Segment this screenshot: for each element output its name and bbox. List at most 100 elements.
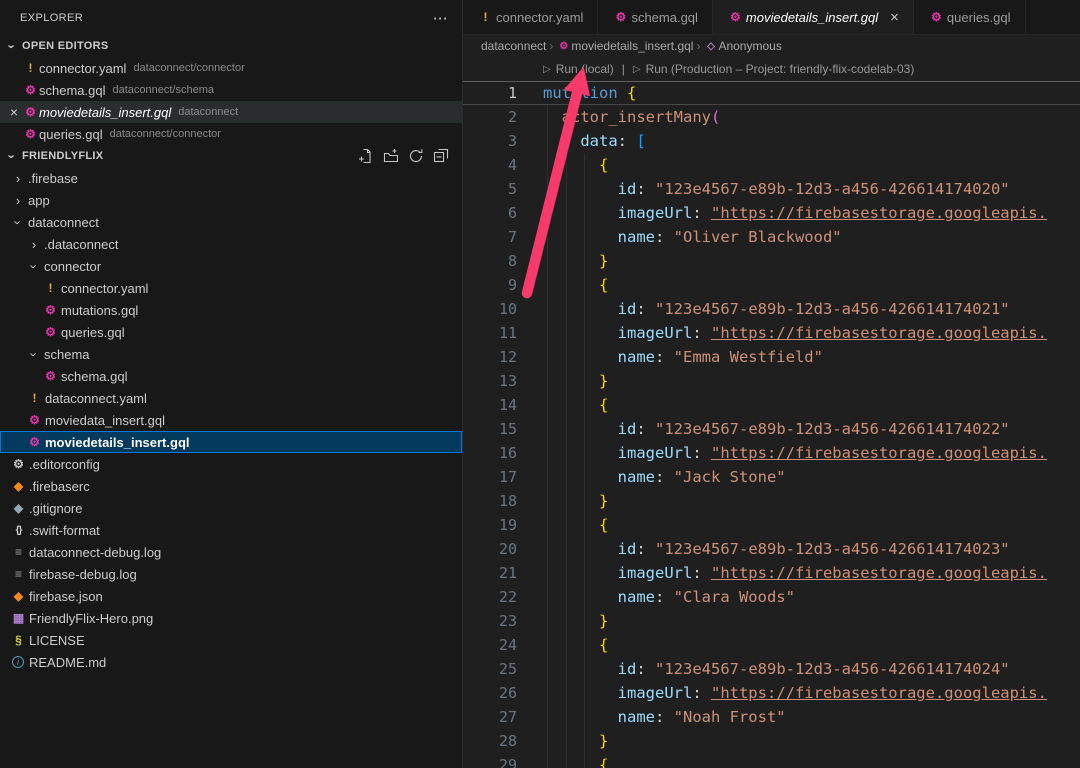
code-line[interactable]: 5 id: "123e4567-e89b-12d3-a456-426614174…: [463, 177, 1080, 201]
open-editor-item[interactable]: !connector.yamldataconnect/connector: [0, 57, 462, 79]
breadcrumb-label: Anonymous: [718, 39, 781, 53]
code-line[interactable]: 2 actor_insertMany(: [463, 105, 1080, 129]
code-line[interactable]: 17 name: "Jack Stone": [463, 465, 1080, 489]
tree-item[interactable]: ⚙queries.gql: [0, 321, 462, 343]
code-line[interactable]: 19 {: [463, 513, 1080, 537]
tree-item[interactable]: ⚙.editorconfig: [0, 453, 462, 475]
tree-item[interactable]: ›connector: [0, 255, 462, 277]
refresh-button[interactable]: [408, 148, 424, 164]
folder-name: app: [28, 193, 50, 208]
code-line[interactable]: 21 imageUrl: "https://firebasestorage.go…: [463, 561, 1080, 585]
editor-tab[interactable]: ⚙queries.gql: [914, 0, 1026, 34]
code-line[interactable]: 1mutation {: [463, 81, 1080, 105]
line-content: name: "Clara Woods": [543, 585, 795, 609]
open-editor-item[interactable]: ⚙schema.gqldataconnect/schema: [0, 79, 462, 101]
breadcrumb-item[interactable]: ◇Anonymous: [703, 39, 781, 53]
tree-item[interactable]: ⚙schema.gql: [0, 365, 462, 387]
code-line[interactable]: 26 imageUrl: "https://firebasestorage.go…: [463, 681, 1080, 705]
tree-item[interactable]: ›app: [0, 189, 462, 211]
line-number: 13: [463, 369, 517, 393]
code-line[interactable]: 25 id: "123e4567-e89b-12d3-a456-42661417…: [463, 657, 1080, 681]
line-number: 23: [463, 609, 517, 633]
code-line[interactable]: 20 id: "123e4567-e89b-12d3-a456-42661417…: [463, 537, 1080, 561]
code-line[interactable]: 29 {: [463, 753, 1080, 768]
anonymous-icon: ◇: [703, 41, 718, 52]
workspace-actions: [358, 148, 462, 164]
editor-tab[interactable]: !connector.yaml: [463, 0, 598, 34]
code-line[interactable]: 18 }: [463, 489, 1080, 513]
editor-tab[interactable]: ⚙schema.gql: [598, 0, 712, 34]
line-number: 10: [463, 297, 517, 321]
gql-icon: ⚙: [727, 10, 744, 24]
new-folder-button[interactable]: [383, 148, 399, 164]
gql-icon: ⚙: [612, 10, 629, 24]
code-line[interactable]: 3 data: [: [463, 129, 1080, 153]
tree-item[interactable]: ⚙moviedetails_insert.gql: [0, 431, 462, 453]
code-line[interactable]: 22 name: "Clara Woods": [463, 585, 1080, 609]
line-number: 3: [463, 129, 517, 153]
tree-item[interactable]: ›dataconnect: [0, 211, 462, 233]
line-content: name: "Jack Stone": [543, 465, 786, 489]
code-line[interactable]: 6 imageUrl: "https://firebasestorage.goo…: [463, 201, 1080, 225]
line-content: {: [543, 393, 608, 417]
code-line[interactable]: 13 }: [463, 369, 1080, 393]
code-line[interactable]: 9 {: [463, 273, 1080, 297]
folder-name: schema: [44, 347, 90, 362]
tree-item[interactable]: iREADME.md: [0, 651, 462, 673]
tree-item[interactable]: §LICENSE: [0, 629, 462, 651]
code-line[interactable]: 8 }: [463, 249, 1080, 273]
line-number: 4: [463, 153, 517, 177]
open-editors-header[interactable]: › OPEN EDITORS: [0, 35, 462, 57]
code-line[interactable]: 23 }: [463, 609, 1080, 633]
collapse-folders-button[interactable]: [433, 148, 449, 164]
new-folder-icon: [383, 148, 399, 164]
code-line[interactable]: 12 name: "Emma Westfield": [463, 345, 1080, 369]
line-number: 7: [463, 225, 517, 249]
new-file-button[interactable]: [358, 148, 374, 164]
code-line[interactable]: 11 imageUrl: "https://firebasestorage.go…: [463, 321, 1080, 345]
tree-item[interactable]: ›schema: [0, 343, 462, 365]
code-line[interactable]: 16 imageUrl: "https://firebasestorage.go…: [463, 441, 1080, 465]
open-editor-item[interactable]: ⚙queries.gqldataconnect/connector: [0, 123, 462, 145]
code-line[interactable]: 4 {: [463, 153, 1080, 177]
tree-item[interactable]: ›.dataconnect: [0, 233, 462, 255]
code-line[interactable]: 15 id: "123e4567-e89b-12d3-a456-42661417…: [463, 417, 1080, 441]
tree-item[interactable]: !dataconnect.yaml: [0, 387, 462, 409]
tree-item[interactable]: {}.swift-format: [0, 519, 462, 541]
file-name: moviedetails_insert.gql: [39, 105, 171, 120]
line-content: name: "Oliver Blackwood": [543, 225, 842, 249]
tree-item[interactable]: ◆.gitignore: [0, 497, 462, 519]
code-line[interactable]: 10 id: "123e4567-e89b-12d3-a456-42661417…: [463, 297, 1080, 321]
tree-item[interactable]: ≡dataconnect-debug.log: [0, 541, 462, 563]
breadcrumb-item[interactable]: ⚙moviedetails_insert.gql: [556, 39, 693, 53]
workspace-header[interactable]: › FRIENDLYFLIX: [0, 145, 462, 167]
code-line[interactable]: 27 name: "Noah Frost": [463, 705, 1080, 729]
code-line[interactable]: 14 {: [463, 393, 1080, 417]
code-line[interactable]: 7 name: "Oliver Blackwood": [463, 225, 1080, 249]
tree-item[interactable]: ⚙moviedata_insert.gql: [0, 409, 462, 431]
editor-tab[interactable]: ⚙moviedetails_insert.gql×: [713, 0, 914, 35]
code-area[interactable]: 1mutation {2 actor_insertMany(3 data: [4…: [463, 81, 1080, 768]
line-content: imageUrl: "https://firebasestorage.googl…: [543, 681, 1047, 705]
tree-item[interactable]: ›.firebase: [0, 167, 462, 189]
play-icon: ▷: [633, 64, 641, 75]
run-production-link[interactable]: Run (Production – Project: friendly-flix…: [646, 62, 915, 76]
line-number: 20: [463, 537, 517, 561]
code-line[interactable]: 28 }: [463, 729, 1080, 753]
code-line[interactable]: 24 {: [463, 633, 1080, 657]
close-icon[interactable]: ×: [6, 104, 22, 120]
tree-item[interactable]: !connector.yaml: [0, 277, 462, 299]
close-icon[interactable]: ×: [890, 9, 899, 26]
tree-item[interactable]: ◆firebase.json: [0, 585, 462, 607]
more-actions-icon[interactable]: ⋯: [433, 9, 448, 27]
line-number: 14: [463, 393, 517, 417]
breadcrumb-item[interactable]: dataconnect: [481, 39, 546, 53]
tree-item[interactable]: ⚙mutations.gql: [0, 299, 462, 321]
tree-item[interactable]: ◆.firebaserc: [0, 475, 462, 497]
chevron-down-icon: ›: [27, 346, 42, 362]
tree-item[interactable]: ≡firebase-debug.log: [0, 563, 462, 585]
run-local-link[interactable]: Run (local): [556, 62, 614, 76]
file-name: LICENSE: [29, 633, 85, 648]
tree-item[interactable]: ▦FriendlyFlix-Hero.png: [0, 607, 462, 629]
open-editor-item[interactable]: ×⚙moviedetails_insert.gqldataconnect: [0, 101, 462, 123]
